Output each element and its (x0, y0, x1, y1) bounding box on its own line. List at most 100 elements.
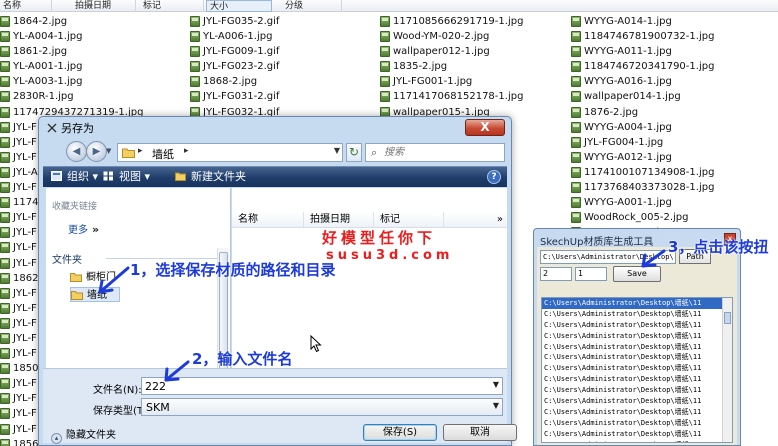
list-item[interactable]: C:\Users\Administrator\Desktop\墙纸\11 (542, 429, 732, 440)
image-file-icon (0, 197, 10, 209)
search-input[interactable] (384, 145, 502, 160)
watermark-line-1: 好模型任你下 (322, 229, 437, 247)
file-item[interactable]: YL-A006-1.jpg (190, 29, 279, 44)
col-header-date[interactable]: 拍摄日期 (72, 0, 136, 12)
filetype-select[interactable]: SKM ▼ (141, 398, 503, 416)
filename-input[interactable] (145, 379, 485, 393)
file-item[interactable]: WYYG-A016-1.jpg (571, 74, 714, 89)
list-item[interactable]: C:\Users\Administrator\Desktop\墙纸\11 (542, 342, 732, 353)
chevron-down-icon[interactable]: ▼ (493, 401, 499, 410)
file-item[interactable]: JYL-FG035-2.gif (190, 14, 279, 29)
list-item[interactable]: C:\Users\Administrator\Desktop\墙纸\11 (542, 298, 732, 309)
file-item[interactable]: 1835-2.jpg (380, 59, 523, 74)
list-item[interactable]: C:\Users\Administrator\Desktop\墙纸\11 (542, 418, 732, 429)
file-item[interactable]: WYYG-A004-1.jpg (571, 120, 714, 135)
image-file-icon (380, 76, 390, 88)
file-item[interactable]: YL-A001-1.jpg (0, 59, 143, 74)
path-input[interactable]: C:\Users\Administrator\Desktop\ (540, 250, 676, 264)
breadcrumb-separator-icon[interactable]: ▸ (184, 146, 189, 156)
file-item[interactable]: 1868-2.jpg (190, 74, 279, 89)
tool-save-button[interactable]: Save (613, 266, 661, 282)
refresh-button[interactable]: ↻ (346, 143, 362, 162)
file-list-col-date[interactable]: 拍摄日期 (304, 212, 374, 228)
col-header-tags[interactable]: 标记 (140, 0, 204, 12)
file-item[interactable]: 1864-2.jpg (0, 14, 143, 29)
file-item[interactable]: JYL-FG009-1.gif (190, 44, 279, 59)
address-bar[interactable]: ▸ 墙纸 ▸ ▼ (117, 143, 343, 162)
image-file-icon (190, 91, 200, 103)
search-box[interactable]: ⌕ (365, 143, 505, 162)
file-item[interactable]: 2830R-1.jpg (0, 89, 143, 104)
file-list-col-name[interactable]: 名称 (232, 212, 304, 228)
image-file-icon (0, 393, 10, 405)
list-item[interactable]: C:\Users\Administrator\Desktop\墙纸\11 (542, 352, 732, 363)
help-icon[interactable]: ? (487, 170, 501, 184)
new-folder-button[interactable]: 新建文件夹 (175, 169, 246, 185)
more-links[interactable]: 更多 » (68, 221, 99, 236)
list-item[interactable]: C:\Users\Administrator\Desktop\墙纸\11 (542, 320, 732, 331)
list-item[interactable]: C:\Users\Administrator\Desktop\墙纸\11 (542, 309, 732, 320)
file-item[interactable]: 1184746720341790-1.jpg (571, 59, 714, 74)
file-item[interactable]: 1876-2.jpg (571, 105, 714, 120)
col-header-rating[interactable]: 分级 (282, 0, 342, 12)
file-item[interactable]: YL-A004-1.jpg (0, 29, 143, 44)
file-item[interactable]: JYL-FG004-1.jpg (571, 135, 714, 150)
hide-folders-toggle[interactable]: ▴ 隐藏文件夹 (51, 426, 116, 444)
tool-window-body: C:\Users\Administrator\Desktop\ Path 2 1… (537, 247, 737, 445)
file-item[interactable]: JYL-FG001-1.jpg (380, 74, 523, 89)
file-item[interactable]: wallpaper012-1.jpg (380, 44, 523, 59)
file-item[interactable]: JYL-FG023-2.gif (190, 59, 279, 74)
file-name: Wood-YM-020-2.jpg (393, 31, 490, 43)
file-item[interactable]: 1173768403373028-1.jpg (571, 180, 714, 195)
back-button[interactable]: ◀ (66, 141, 87, 162)
list-item[interactable]: C:\Users\Administrator\Desktop\墙纸\11 (542, 374, 732, 385)
file-item[interactable]: Wood-YM-020-2.jpg (380, 29, 523, 44)
breadcrumb-folder[interactable]: 墙纸 (152, 146, 174, 162)
file-item[interactable]: wallpaper014-1.jpg (571, 89, 714, 104)
cancel-button[interactable]: 取消 (443, 424, 517, 441)
organize-menu[interactable]: 组织 ▾ (51, 169, 98, 185)
list-item[interactable]: C:\Users\Administrator\Desktop\墙纸\11 (542, 363, 732, 374)
recent-pages-dropdown-icon[interactable]: ▼ (106, 147, 111, 155)
filename-field[interactable]: ▼ (141, 377, 503, 395)
tree-item-wallpaper[interactable]: 墙纸 (70, 287, 120, 302)
tree-item-cabinet-door[interactable]: 橱柜门 (70, 270, 116, 285)
col-header-name[interactable]: 名称 (0, 0, 52, 12)
number-input-2[interactable]: 1 (575, 267, 607, 281)
file-item[interactable]: WYYG-A001-1.jpg (571, 195, 714, 210)
file-item[interactable]: 1174100107134908-1.jpg (571, 165, 714, 180)
material-path-list[interactable]: C:\Users\Administrator\Desktop\墙纸\11 C:\U… (541, 297, 733, 443)
address-dropdown-icon[interactable]: ▼ (334, 146, 340, 155)
list-item[interactable]: C:\Users\Administrator\Desktop\墙纸\11 (542, 407, 732, 418)
col-header-size[interactable]: 大小 (206, 0, 272, 12)
file-item[interactable]: 1861-2.jpg (0, 44, 143, 59)
number-input-1[interactable]: 2 (540, 267, 572, 281)
file-list-col-tags[interactable]: 标记 (374, 212, 444, 228)
file-item[interactable]: 1171417068152178-1.jpg (380, 89, 523, 104)
file-item[interactable]: WYYG-A012-1.jpg (571, 150, 714, 165)
view-menu[interactable]: 视图 ▾ (103, 169, 150, 185)
list-item[interactable]: C:\Users\Administrator\Desktop\墙纸\11 (542, 331, 732, 342)
save-button[interactable]: 保存(S) (363, 424, 437, 441)
forward-button[interactable]: ▶ (86, 141, 107, 162)
file-item[interactable]: 1184746781900732-1.jpg (571, 29, 714, 44)
file-item[interactable]: WYYG-A011-1.jpg (571, 44, 714, 59)
file-item[interactable]: 1171085666291719-1.jpg (380, 14, 523, 29)
list-item[interactable]: C:\Users\Administrator\Desktop\墙纸\16 (542, 440, 732, 442)
image-file-icon (0, 287, 10, 299)
more-columns-icon[interactable]: » (497, 212, 503, 228)
folders-section-label[interactable]: 文件夹 (52, 251, 82, 266)
close-button[interactable]: X (465, 119, 505, 136)
file-item[interactable]: WYYG-A014-1.jpg (571, 14, 714, 29)
list-scrollbar[interactable] (722, 298, 732, 442)
chevron-down-icon[interactable]: ▼ (493, 380, 499, 389)
breadcrumb-separator-icon[interactable]: ▸ (138, 146, 143, 156)
list-item[interactable]: C:\Users\Administrator\Desktop\墙纸\11 (542, 396, 732, 407)
image-file-icon (571, 136, 581, 148)
file-name: WoodRock_005-2.jpg (584, 212, 689, 224)
file-item[interactable]: YL-A003-1.jpg (0, 74, 143, 89)
list-item[interactable]: C:\Users\Administrator\Desktop\墙纸\11 (542, 385, 732, 396)
file-item[interactable]: WoodRock_005-2.jpg (571, 210, 714, 225)
file-item[interactable]: JYL-FG031-2.gif (190, 89, 279, 104)
scrollbar-thumb[interactable] (724, 312, 731, 324)
